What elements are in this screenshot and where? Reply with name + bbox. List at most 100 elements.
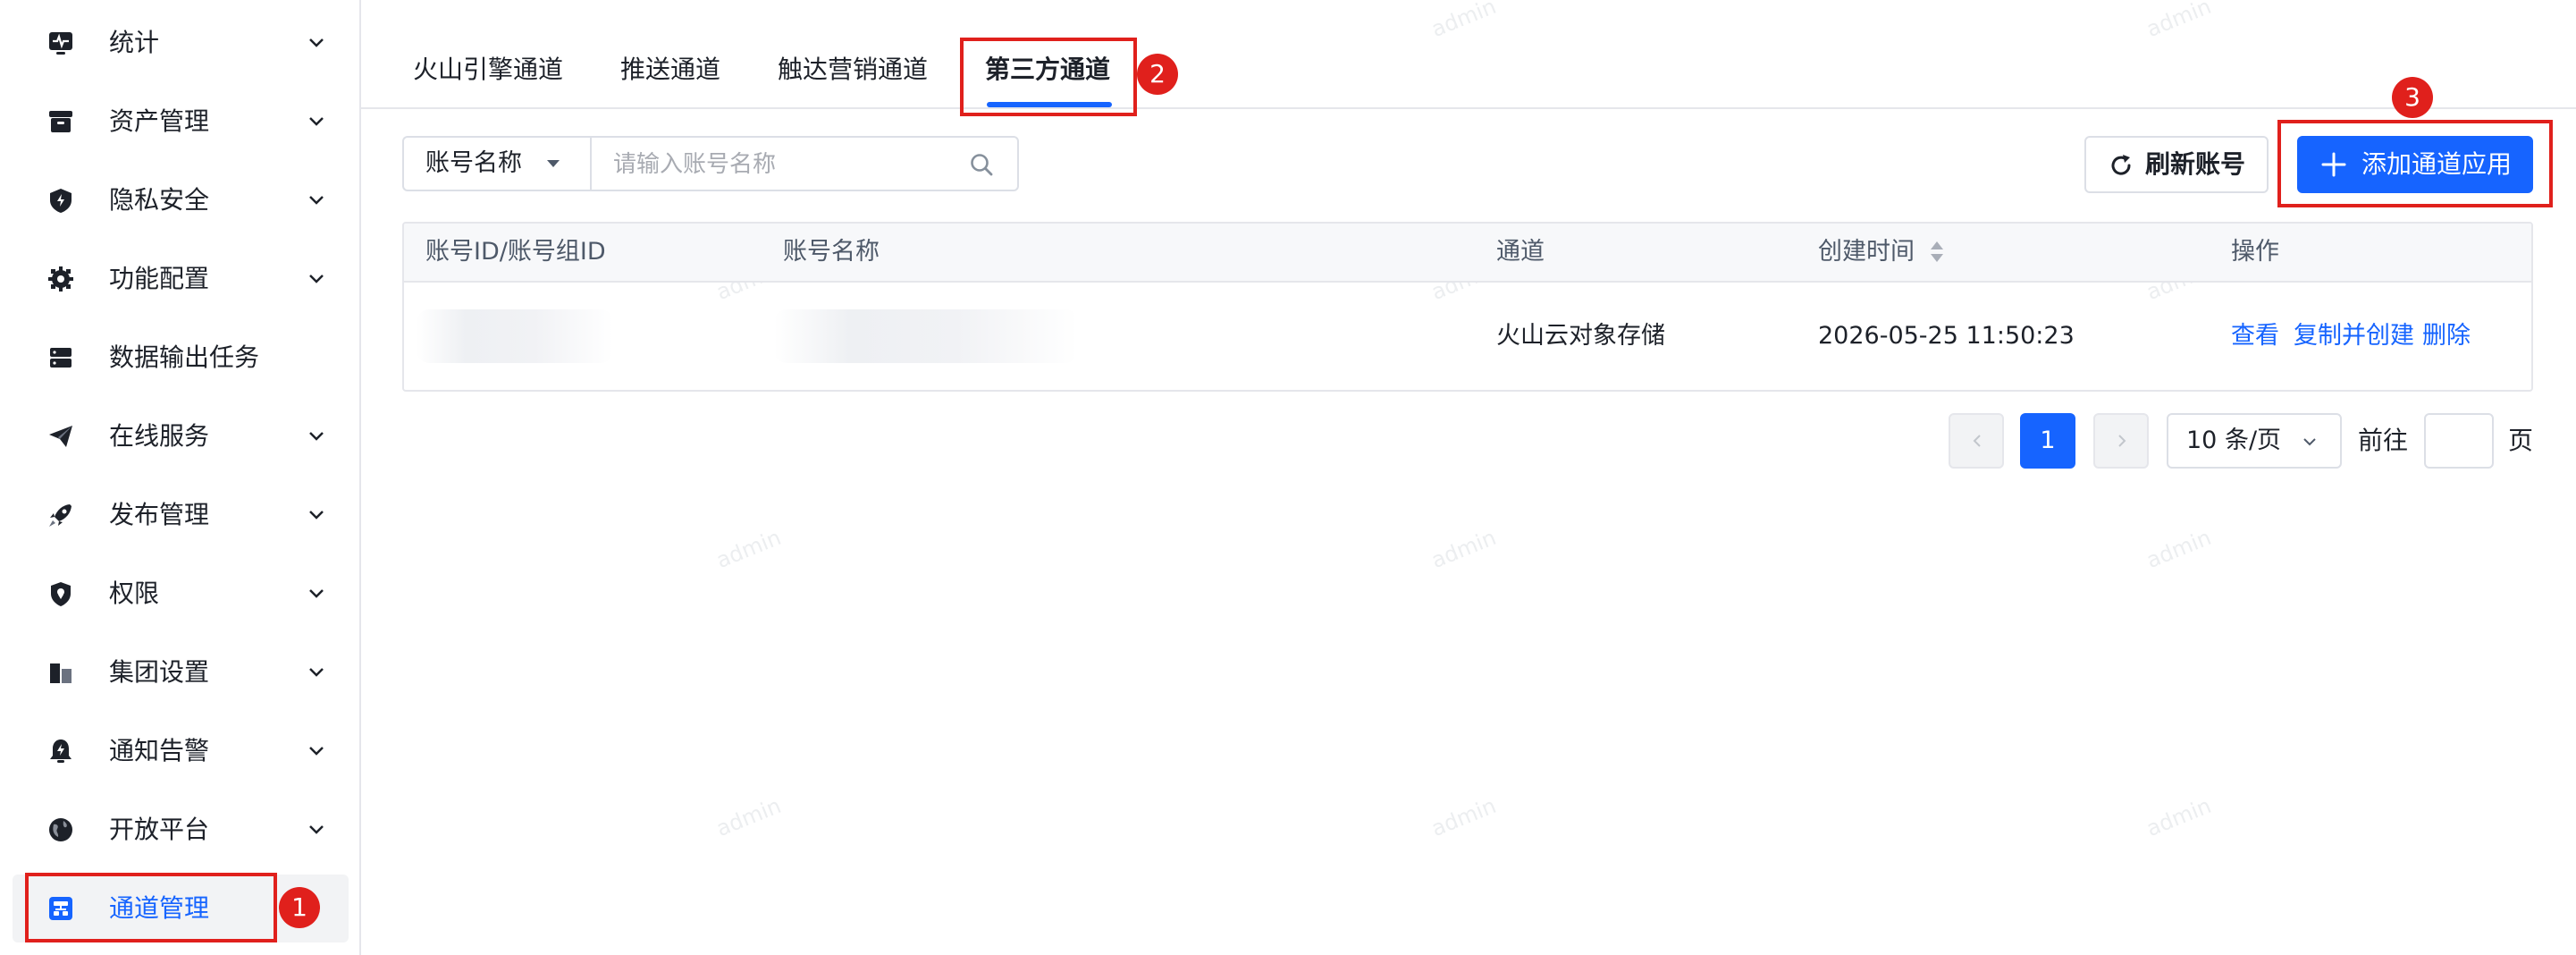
chevron-down-icon [309, 825, 324, 834]
rocket-icon [46, 501, 75, 529]
created-at-cell: 2026-05-25 11:50:23 [1818, 322, 2075, 350]
plus-icon [2321, 152, 2346, 177]
sidebar-item-open-platform[interactable]: 开放平台 [13, 796, 349, 864]
caret-down-icon [547, 160, 560, 167]
search-icon[interactable] [967, 150, 996, 179]
chevron-down-icon [309, 511, 324, 520]
bell-bolt-icon [46, 737, 75, 765]
previous-page-button[interactable] [1949, 413, 2004, 469]
watermark: admin [712, 524, 785, 574]
filter-field-select[interactable]: 账号名称 [402, 136, 590, 191]
current-page-label: 1 [2040, 427, 2056, 454]
column-header-actions: 操作 [2231, 238, 2279, 266]
column-header-account-id: 账号ID/账号组ID [425, 238, 606, 266]
sidebar-item-label: 功能配置 [109, 264, 210, 293]
search-input[interactable] [611, 143, 955, 186]
sidebar-item-label: 开放平台 [109, 815, 210, 844]
app-root: admin admin admin admin admin admin admi… [0, 0, 2576, 955]
watermark: admin [1427, 524, 1500, 574]
chevron-down-icon [309, 275, 324, 283]
page-suffix-label: 页 [2508, 426, 2534, 455]
sidebar-item-label: 集团设置 [109, 657, 210, 687]
refresh-accounts-button[interactable]: 刷新账号 [2084, 136, 2269, 193]
sidebar-item-feature-config[interactable]: 功能配置 [13, 245, 349, 313]
view-link[interactable]: 查看 [2231, 283, 2279, 390]
sidebar-item-assets[interactable]: 资产管理 [13, 88, 349, 156]
column-header-account-name: 账号名称 [783, 238, 880, 266]
annotation-badge-1: 1 [279, 887, 320, 928]
chevron-down-icon [309, 117, 324, 126]
accounts-table: 账号ID/账号组ID 账号名称 通道 创建时间 操作 火山云对象存储 2026-… [402, 222, 2533, 392]
goto-page-input[interactable] [2426, 415, 2496, 469]
goto-page-box [2424, 413, 2496, 469]
globe-icon [46, 816, 75, 844]
sidebar-item-label: 权限 [109, 579, 160, 608]
refresh-icon [2111, 155, 2131, 175]
watermark: admin [2142, 792, 2215, 842]
sidebar-item-label: 隐私安全 [109, 185, 210, 215]
filter-field-label: 账号名称 [425, 149, 522, 177]
chevron-down-icon [309, 38, 324, 47]
watermark: admin [2142, 524, 2215, 574]
sidebar-item-group-settings[interactable]: 集团设置 [13, 638, 349, 706]
location-shield-icon [46, 579, 75, 608]
chevron-down-icon [309, 432, 324, 441]
column-header-created-at: 创建时间 [1818, 238, 1915, 266]
chevron-left-icon [1973, 435, 1981, 447]
channel-icon [46, 894, 75, 923]
chevron-down-icon [309, 196, 324, 205]
sidebar-item-privacy[interactable]: 隐私安全 [13, 166, 349, 234]
tab-push-channel[interactable]: 推送通道 [620, 50, 720, 89]
watermark: admin [1427, 792, 1500, 842]
sidebar-item-label: 资产管理 [109, 106, 210, 136]
next-page-button[interactable] [2093, 413, 2149, 469]
refresh-accounts-label: 刷新账号 [2145, 149, 2246, 179]
tab-marketing-channel[interactable]: 触达营销通道 [778, 50, 928, 89]
chevron-down-icon [309, 747, 324, 756]
sidebar-item-release[interactable]: 发布管理 [13, 481, 349, 549]
buildings-icon [46, 658, 75, 687]
server-icon [46, 343, 75, 372]
annotation-badge-2: 2 [1137, 54, 1178, 95]
sidebar-item-notifications[interactable]: 通知告警 [13, 717, 349, 785]
add-channel-app-label: 添加通道应用 [2361, 149, 2513, 179]
table-header: 账号ID/账号组ID 账号名称 通道 创建时间 操作 [404, 224, 2531, 283]
page-number-button[interactable]: 1 [2020, 413, 2075, 469]
sidebar: 统计 资产管理 隐私安全 功能配置 数据输出任务 在线服务 发布管理 权限 集团… [0, 0, 361, 955]
chevron-down-icon [2303, 438, 2316, 446]
column-header-channel: 通道 [1496, 238, 1545, 266]
sidebar-item-label: 在线服务 [109, 421, 210, 451]
goto-label: 前往 [2358, 426, 2409, 455]
active-tab-indicator [987, 102, 1112, 107]
copy-and-create-link[interactable]: 复制并创建 [2294, 283, 2414, 390]
page-size-select[interactable]: 10 条/页 [2167, 413, 2342, 469]
chevron-right-icon [2118, 435, 2126, 447]
chevron-down-icon [309, 589, 324, 598]
sidebar-item-data-export[interactable]: 数据输出任务 [13, 324, 349, 392]
account-id-cell [417, 309, 613, 363]
annotation-badge-3: 3 [2392, 77, 2433, 118]
sidebar-item-online-service[interactable]: 在线服务 [13, 402, 349, 470]
page-size-label: 10 条/页 [2186, 427, 2282, 454]
channel-cell: 火山云对象存储 [1496, 322, 1665, 350]
gear-icon [46, 265, 75, 293]
add-channel-app-button[interactable]: 添加通道应用 [2297, 136, 2533, 193]
sidebar-item-label: 通知告警 [109, 736, 210, 765]
sort-icon[interactable] [1927, 238, 1947, 266]
shield-bolt-icon [46, 186, 75, 215]
chevron-down-icon [309, 668, 324, 677]
watermark: admin [712, 792, 785, 842]
delete-link[interactable]: 删除 [2422, 283, 2471, 390]
channel-tabs: 火山引擎通道 推送通道 触达营销通道 第三方通道 [361, 0, 2576, 109]
table-row: 火山云对象存储 2026-05-25 11:50:23 查看 复制并创建 删除 [404, 283, 2531, 390]
sidebar-item-label: 统计 [109, 28, 160, 57]
sidebar-item-label: 发布管理 [109, 500, 210, 529]
archive-box-icon [46, 107, 75, 136]
sidebar-item-permissions[interactable]: 权限 [13, 560, 349, 628]
tab-volcengine-channel[interactable]: 火山引擎通道 [413, 50, 563, 89]
account-name-cell [774, 309, 1078, 363]
sidebar-item-label: 通道管理 [109, 893, 210, 923]
sidebar-item-statistics[interactable]: 统计 [13, 9, 349, 77]
tab-third-party-channel[interactable]: 第三方通道 [985, 50, 1110, 89]
sidebar-item-label: 数据输出任务 [109, 342, 260, 372]
